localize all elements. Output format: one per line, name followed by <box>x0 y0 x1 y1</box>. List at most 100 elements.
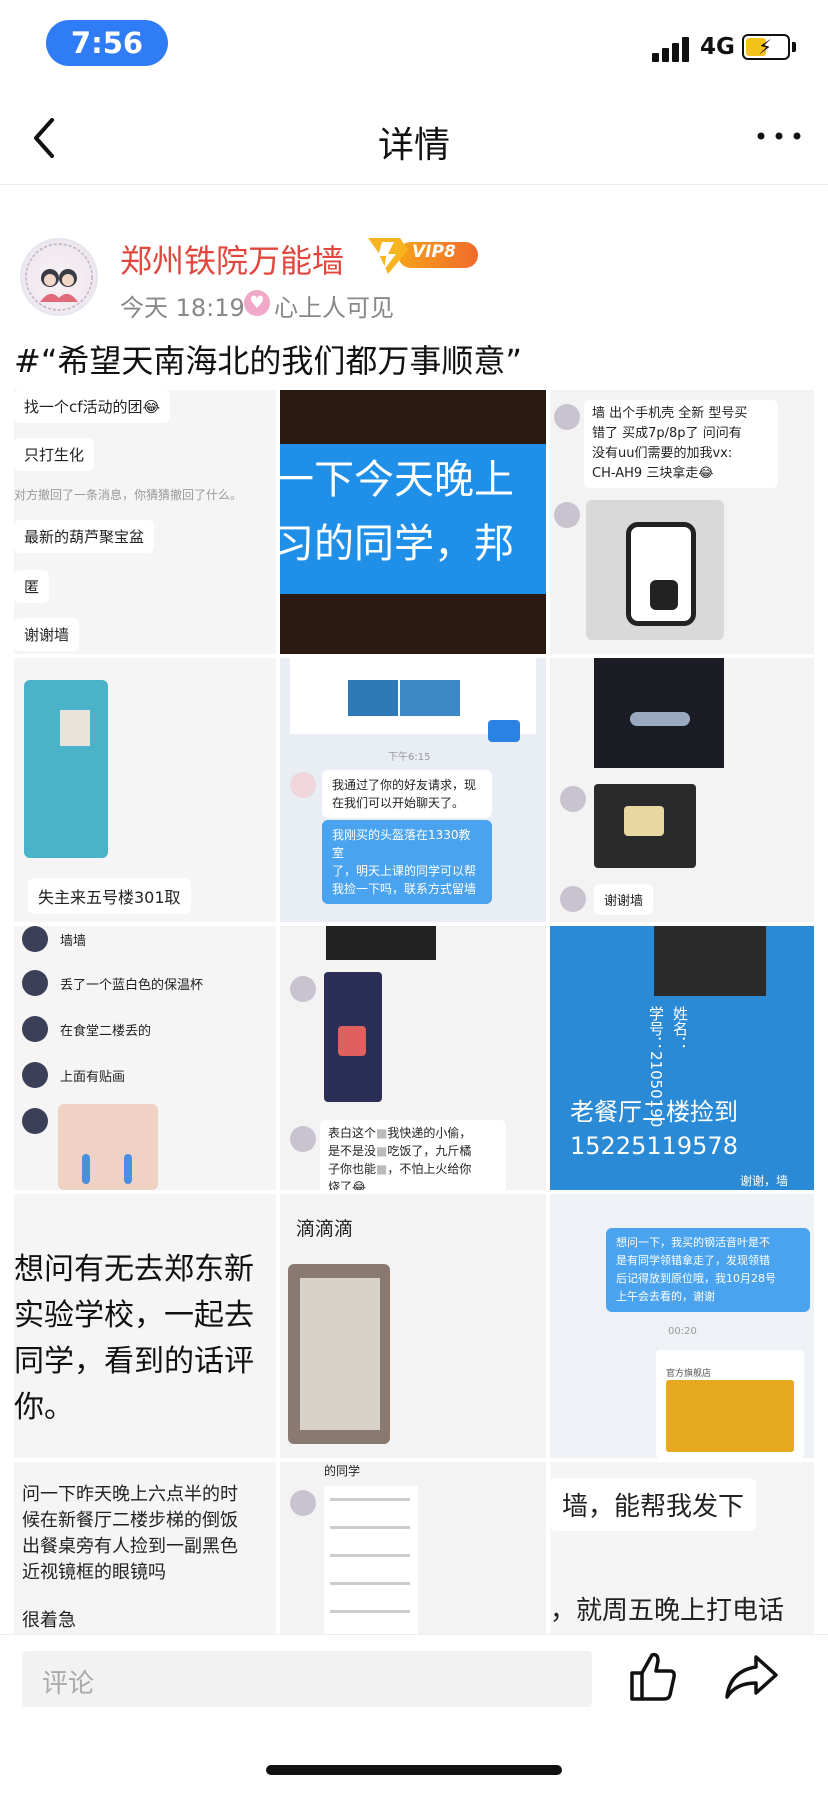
grid-image-1[interactable]: 找一个cf活动的团😂 只打生化 对方撤回了一条消息，你猜猜撤回了什么。 最新的葫… <box>14 390 276 654</box>
chat-time: 下午6:15 <box>388 752 431 763</box>
home-indicator <box>266 1765 562 1775</box>
signal-icon <box>652 36 692 62</box>
chat-line: 在我们可以开始聊天了。 <box>332 796 465 810</box>
chat-line: 在食堂二楼丢的 <box>60 1024 152 1039</box>
chat-bubble: 墙 出个手机壳 全新 型号买 错了 买成7p/8p了 问问有 没有uu们需要的加… <box>584 400 778 488</box>
chat-line: 没有uu们需要的加我vx: <box>592 446 733 461</box>
post-line: 同学，看到的话评 <box>14 1344 254 1379</box>
chat-line: 最新的葫芦聚宝盆 <box>14 520 155 553</box>
list-screenshot <box>324 1486 418 1634</box>
chat-avatar <box>290 1490 316 1516</box>
item-photo <box>594 784 696 868</box>
grid-image-6[interactable]: 谢谢墙 <box>550 658 814 922</box>
chat-bubble: 我通过了你的好友请求，现 在我们可以开始聊天了。 <box>322 770 492 818</box>
grid-image-15[interactable]: 墙，能帮我发下 ，就周五晚上打电话 <box>550 1462 814 1634</box>
screen-text: 一下今天晚上 <box>280 457 514 503</box>
post-line: 近视镜框的眼镜吗 <box>22 1562 166 1583</box>
chat-line: 匿 <box>14 570 50 603</box>
chat-avatar <box>290 976 316 1002</box>
chat-avatar <box>22 1016 48 1042</box>
recall-notice: 对方撤回了一条消息，你猜猜撤回了什么。 <box>14 488 243 502</box>
crying-sticker <box>58 1104 158 1190</box>
grid-image-9[interactable]: 姓名： 学号：21050190 老餐厅二楼捡到 15225119578 谢谢，墙 <box>550 926 814 1190</box>
chat-line: 我通过了你的好友请求，现 <box>332 778 477 792</box>
bottom-bar: 评论 <box>0 1634 828 1793</box>
chat-avatar <box>290 1126 316 1152</box>
cctv-photo <box>324 972 382 1102</box>
grid-image-5[interactable]: 下午6:15 我通过了你的好友请求，现 在我们可以开始聊天了。 我刚买的头盔落在… <box>280 658 546 922</box>
username[interactable]: 郑州铁院万能墙 <box>120 236 344 282</box>
more-icon[interactable] <box>756 126 802 146</box>
chat-line: 是有同学领错拿走了，发现领错 <box>616 1254 770 1267</box>
nav-bar: 详情 <box>0 92 828 185</box>
screen-text: 习的同学，邦 <box>280 521 514 567</box>
id-photo <box>654 926 766 996</box>
video-frame <box>326 926 436 960</box>
grid-image-8[interactable]: 表白这个■我快递的小偷， 是不是没■吃饭了，九斤橘 子你也能■，不怕上火给你 烧… <box>280 926 546 1190</box>
image-grid: 找一个cf活动的团😂 只打生化 对方撤回了一条消息，你猜猜撤回了什么。 最新的葫… <box>14 390 814 1634</box>
handwritten-note: 15225119578 <box>570 1132 738 1160</box>
grid-image-14[interactable]: 的同学 <box>280 1462 546 1634</box>
share-icon[interactable] <box>724 1653 778 1701</box>
avatar[interactable] <box>20 238 98 316</box>
comment-input[interactable]: 评论 <box>22 1651 592 1707</box>
chat-avatar <box>554 502 580 528</box>
chat-line: 墙 出个手机壳 全新 型号买 <box>592 406 748 421</box>
network-type: 4G <box>700 34 735 60</box>
post-line: 墙，能帮我发下 <box>550 1478 757 1531</box>
chat-line: 墙墙 <box>60 934 87 949</box>
chat-line: 丢了一个蓝白色的保温杯 <box>60 978 204 993</box>
chat-line: 我捡一下吗，联系方式留墙 <box>332 882 477 896</box>
chat-line: 表白这个 <box>328 1126 377 1140</box>
chat-line: ，不怕上火给你 <box>387 1162 472 1176</box>
chat-line: 的同学 <box>324 1464 361 1478</box>
thumbs-up-icon[interactable] <box>628 1649 678 1703</box>
grid-image-3[interactable]: 墙 出个手机壳 全新 型号买 错了 买成7p/8p了 问问有 没有uu们需要的加… <box>550 390 814 654</box>
post-line: 你。 <box>14 1390 74 1425</box>
chat-line: 烧了😂 <box>328 1180 367 1190</box>
chat-avatar <box>22 926 48 952</box>
battery-tip <box>792 42 796 52</box>
chat-avatar <box>560 786 586 812</box>
post-text: #“希望天南海北的我们都万事顺意” <box>14 342 522 380</box>
post-line: 实验学校，一起去 <box>14 1298 254 1333</box>
post-time: 今天 18:19 <box>120 294 245 322</box>
chat-line: 子你也能 <box>328 1162 377 1176</box>
status-bar: 7:56 4G ⚡ <box>0 0 828 92</box>
chat-avatar <box>554 404 580 430</box>
chat-avatar <box>22 970 48 996</box>
chat-bubble: 表白这个■我快递的小偷， 是不是没■吃饭了，九斤橘 子你也能■，不怕上火给你 烧… <box>320 1120 506 1190</box>
grid-image-4[interactable]: 失主来五号楼301取 <box>14 658 276 922</box>
vip-label: VIP8 <box>412 242 456 262</box>
chat-time: 00:20 <box>668 1326 697 1337</box>
chat-avatar <box>290 772 316 798</box>
chat-line: 了，明天上课的同学可以帮 <box>332 864 477 878</box>
document-photo <box>288 1264 390 1444</box>
chat-line: 后记得放到原位哦，我10月28号 <box>616 1272 776 1285</box>
chat-line: 是不是没 <box>328 1144 377 1158</box>
post-line: 问一下昨天晚上六点半的时 <box>22 1484 238 1505</box>
chat-line: 谢谢，墙 <box>740 1174 789 1188</box>
post-line: 很着急 <box>22 1610 76 1631</box>
post-line: ，就周五晚上打电话 <box>550 1596 785 1626</box>
grid-image-2[interactable]: 一下今天晚上 习的同学，邦 <box>280 390 546 654</box>
grid-image-7[interactable]: 墙墙 丢了一个蓝白色的保温杯 在食堂二楼丢的 上面有贴画 <box>14 926 276 1190</box>
grid-image-10[interactable]: 想问有无去郑东新 实验学校，一起去 同学，看到的话评 你。 <box>14 1194 276 1458</box>
product-photo: 官方旗舰店 <box>656 1350 804 1458</box>
grid-image-13[interactable]: 问一下昨天晚上六点半的时 候在新餐厅二楼步梯的倒饭 出餐桌旁有人捡到一副黑色 近… <box>14 1462 276 1634</box>
chat-line: 谢谢墙 <box>14 618 80 651</box>
chat-line: 想问一下，我买的钢活音叶是不 <box>616 1236 770 1249</box>
grid-image-11[interactable]: 滴滴滴 <box>280 1194 546 1458</box>
chat-line: 吃饭了，九斤橘 <box>387 1144 472 1158</box>
visibility-label: 心上人可见 <box>274 294 394 322</box>
page-title: 详情 <box>377 125 450 166</box>
avatar-illustration-icon <box>25 243 93 311</box>
chat-line: 找一个cf活动的团😂 <box>14 390 171 423</box>
chat-line: CH-AH9 三块拿走😂 <box>592 466 714 481</box>
battery-icon: ⚡ <box>742 34 790 60</box>
chat-avatar <box>22 1108 48 1134</box>
grid-image-12[interactable]: 想问一下，我买的钢活音叶是不 是有同学领错拿走了，发现领错 后记得放到原位哦，我… <box>550 1194 814 1458</box>
post-line: 出餐桌旁有人捡到一副黑色 <box>22 1536 238 1557</box>
chat-bubble-blue: 我刚买的头盔落在1330教室 了，明天上课的同学可以帮 我捡一下吗，联系方式留墙 <box>322 820 492 904</box>
chat-line: 失主来五号楼301取 <box>28 878 191 914</box>
